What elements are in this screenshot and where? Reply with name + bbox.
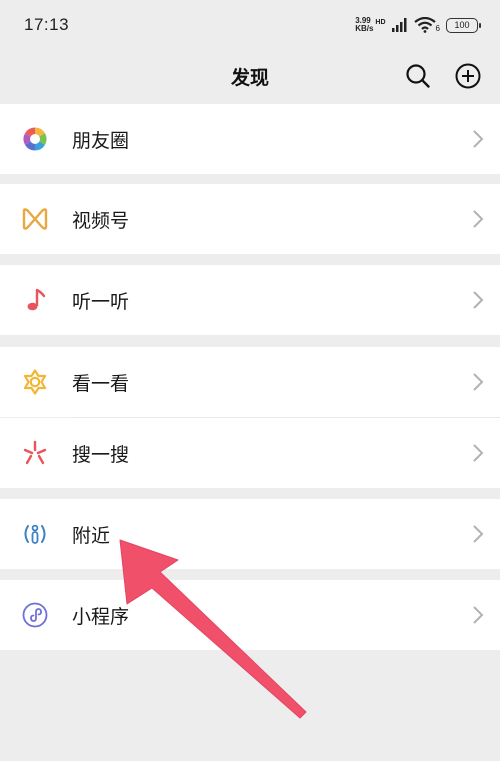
menu-item-label: 听一听 <box>72 290 130 313</box>
chevron-right-icon <box>473 444 484 462</box>
wifi-suffix: 6 <box>435 24 440 33</box>
menu-item-listen[interactable]: 听一听 <box>0 265 500 335</box>
menu-item-label: 看一看 <box>72 372 130 395</box>
network-type-label: HD <box>375 19 386 26</box>
menu-item-label: 视频号 <box>72 209 130 232</box>
chevron-right-icon <box>473 130 484 148</box>
channels-icon <box>22 208 48 230</box>
status-bar: 17:13 3.99 KB/s HD 6 100 <box>0 0 500 50</box>
search-star-icon <box>23 440 47 465</box>
wifi-icon <box>413 17 436 33</box>
header-bar: 发现 <box>0 50 500 102</box>
menu-item-moments[interactable]: 朋友圈 <box>0 104 500 174</box>
top-stories-icon <box>23 369 47 395</box>
menu-item-label: 小程序 <box>72 605 130 628</box>
network-speed-unit: KB/s <box>355 24 374 33</box>
plus-circle-icon <box>455 63 481 89</box>
nearby-icon <box>24 524 46 544</box>
network-speed: 3.99 KB/s <box>355 17 373 33</box>
signal-icon <box>391 18 407 32</box>
battery-icon: 100 <box>446 17 481 33</box>
menu-item-search[interactable]: 搜一搜 <box>0 418 500 488</box>
search-icon <box>406 64 430 88</box>
menu-item-top-stories[interactable]: 看一看 <box>0 347 500 417</box>
moments-icon <box>23 127 47 151</box>
chevron-right-icon <box>473 291 484 309</box>
page-title: 发现 <box>230 66 269 89</box>
chevron-right-icon <box>473 606 484 624</box>
menu-item-label: 朋友圈 <box>72 129 130 152</box>
chevron-right-icon <box>473 373 484 391</box>
chevron-right-icon <box>473 210 484 228</box>
menu-item-label: 附近 <box>72 524 111 547</box>
mini-program-icon <box>22 602 48 628</box>
menu-item-channels[interactable]: 视频号 <box>0 184 500 254</box>
search-button[interactable] <box>402 60 434 92</box>
status-time: 17:13 <box>24 15 70 34</box>
menu-item-mini-programs[interactable]: 小程序 <box>0 580 500 650</box>
chevron-right-icon <box>473 525 484 543</box>
music-note-icon <box>27 288 46 311</box>
menu-item-nearby[interactable]: 附近 <box>0 499 500 569</box>
menu-item-label: 搜一搜 <box>72 443 130 466</box>
add-button[interactable] <box>452 60 484 92</box>
status-icons: 3.99 KB/s HD 6 100 <box>355 17 481 33</box>
